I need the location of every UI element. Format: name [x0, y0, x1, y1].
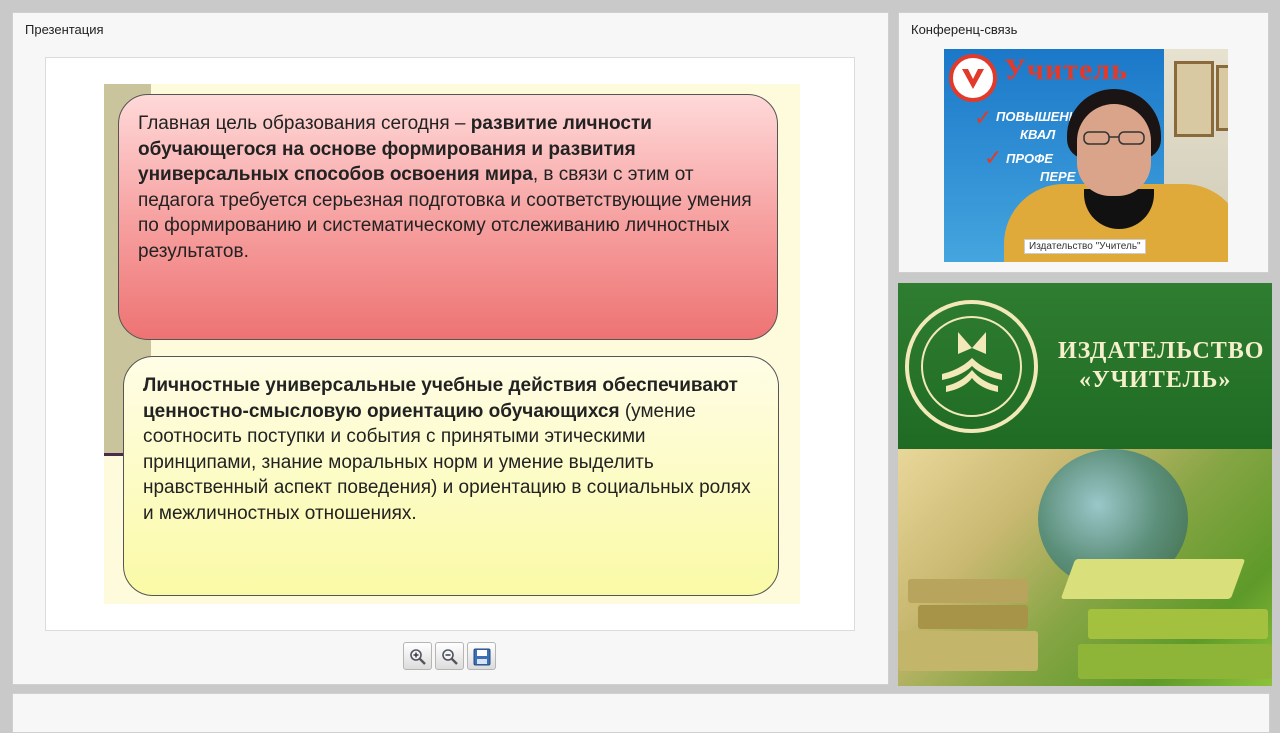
book-stack-image	[898, 631, 1038, 671]
check-mark-icon: ✓	[984, 145, 1003, 170]
book-stack-image	[1088, 609, 1268, 639]
publisher-banner: ИЗДАТЕЛЬСТВО «УЧИТЕЛЬ»	[898, 283, 1272, 686]
bottom-panel	[12, 693, 1270, 733]
presentation-panel-title: Презентация	[25, 22, 104, 37]
book-stack-image	[908, 579, 1028, 603]
save-icon	[473, 648, 491, 666]
zoom-out-icon	[442, 649, 458, 665]
goal-text-1: Главная цель образования сегодня –	[138, 113, 471, 134]
slide: Главная цель образования сегодня – разви…	[104, 84, 800, 604]
book-stack-image	[1078, 644, 1272, 679]
save-button[interactable]	[467, 642, 496, 670]
publisher-logo-icon	[949, 54, 997, 102]
check-mark-icon: ✓	[974, 105, 993, 130]
conference-panel-title: Конференц-связь	[911, 22, 1018, 37]
zoom-in-button[interactable]	[403, 642, 432, 670]
video-logo-text: Учитель	[1004, 53, 1128, 86]
slide-frame: Главная цель образования сегодня – разви…	[45, 57, 855, 631]
publisher-name-line2: «УЧИТЕЛЬ»	[1079, 367, 1232, 393]
wall-picture	[1216, 65, 1228, 131]
presentation-panel: Презентация Главная цель образования сег…	[12, 12, 889, 685]
open-book-icon	[942, 332, 1002, 392]
video-feed[interactable]: Учитель ✓ ПОВЫШЕНИ КВАЛ ✓ ПРОФЕ ПЕРЕ Изд…	[944, 49, 1228, 262]
video-participant-label: Издательство "Учитель"	[1024, 239, 1146, 254]
publisher-banner-header: ИЗДАТЕЛЬСТВО «УЧИТЕЛЬ»	[898, 283, 1272, 449]
banner-word: КВАЛ	[1020, 127, 1056, 142]
presenter-face	[1077, 104, 1151, 196]
zoom-out-button[interactable]	[435, 642, 464, 670]
conference-panel: Конференц-связь Учитель ✓ ПОВЫШЕНИ КВАЛ …	[898, 12, 1269, 273]
glasses-icon	[1083, 131, 1145, 145]
book-stack-image	[918, 605, 1028, 629]
banner-word: ПЕРЕ	[1040, 169, 1076, 184]
wall-picture	[1174, 61, 1214, 137]
publisher-name-line1: ИЗДАТЕЛЬСТВО	[1058, 338, 1265, 364]
banner-word: ПОВЫШЕНИ	[996, 109, 1078, 124]
open-book-image	[1060, 559, 1246, 599]
publisher-emblem-icon	[905, 300, 1038, 433]
slide-goal-box: Главная цель образования сегодня – разви…	[118, 94, 778, 340]
zoom-in-icon	[410, 649, 426, 665]
slide-uud-box: Личностные универсальные учебные действи…	[123, 356, 779, 596]
slide-toolbar	[403, 642, 496, 672]
banner-word: ПРОФЕ	[1006, 151, 1053, 166]
publisher-banner-image	[898, 449, 1272, 686]
